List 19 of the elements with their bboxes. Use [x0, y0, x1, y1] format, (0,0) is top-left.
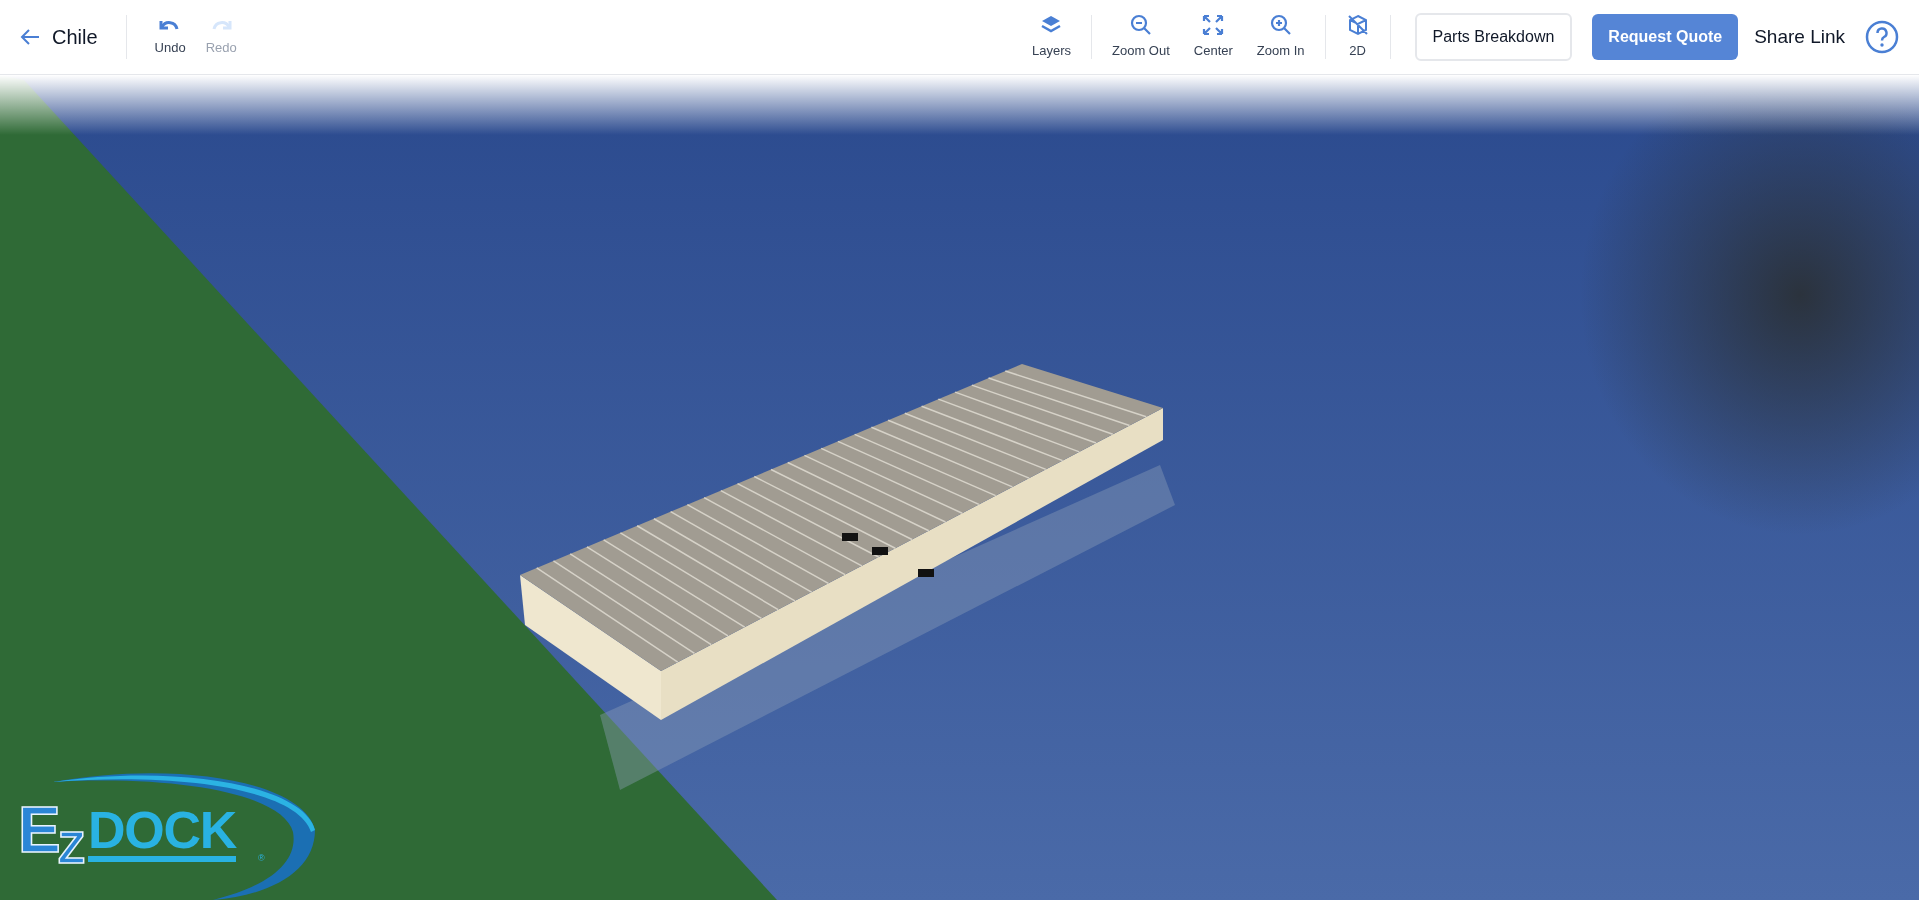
crossed-cube-icon: [1345, 13, 1370, 38]
logo-wordmark: DOCK: [88, 804, 236, 862]
3d-dock-scene-drawing[interactable]: [0, 75, 1919, 900]
help-button[interactable]: [1865, 20, 1899, 54]
parts-breakdown-button[interactable]: Parts Breakdown: [1414, 13, 1573, 61]
logo-letter: Z: [58, 826, 85, 870]
back-arrow-icon: [20, 28, 40, 46]
help-icon: [1865, 20, 1899, 54]
toolbar-button[interactable]: Zoom In: [1252, 13, 1309, 61]
request-quote-button[interactable]: Request Quote: [1592, 14, 1739, 60]
toolbar-button[interactable]: Center: [1189, 13, 1237, 61]
toolbar-button[interactable]: Zoom Out: [1108, 13, 1174, 61]
undo-button[interactable]: Undo: [150, 16, 190, 58]
toolbar-button[interactable]: Layers: [1027, 13, 1075, 61]
share-link[interactable]: Share Link: [1738, 14, 1861, 60]
registered-mark: ®: [258, 854, 265, 863]
toolbar-button[interactable]: 2D: [1341, 13, 1374, 61]
back-button[interactable]: Chile: [20, 22, 114, 52]
expand-arrows-icon: [1201, 13, 1226, 38]
